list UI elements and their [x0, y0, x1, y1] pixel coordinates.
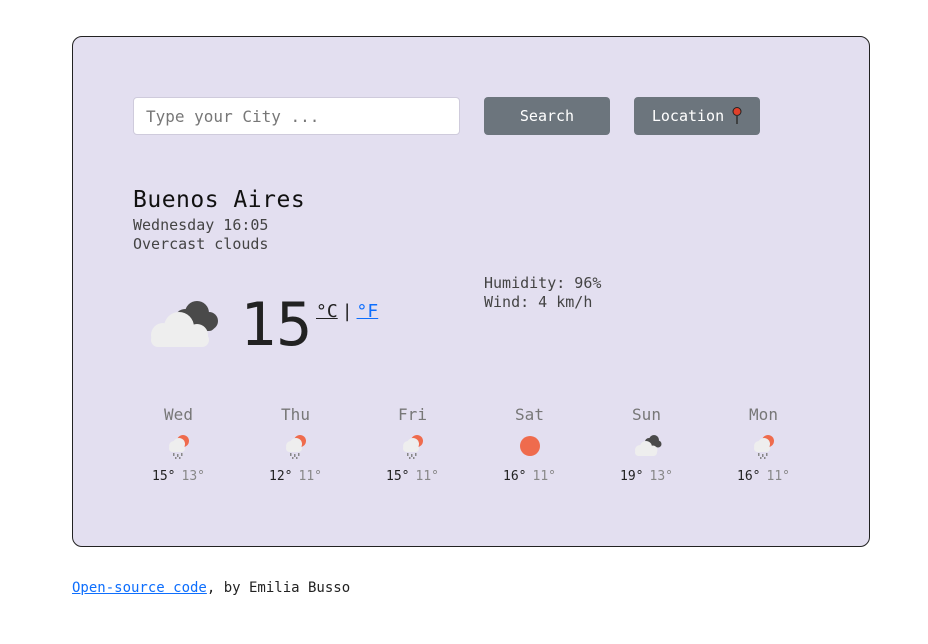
forecast-temps: 16° 11°: [503, 469, 556, 484]
forecast-min: 11°: [298, 469, 322, 484]
forecast-day: Mon 16° 11°: [705, 405, 822, 484]
forecast-temps: 15° 11°: [386, 469, 439, 484]
city-search-input[interactable]: [133, 97, 460, 135]
location-button[interactable]: Location: [634, 97, 760, 135]
forecast-max: 16°: [737, 469, 761, 484]
forecast-temps: 12° 11°: [269, 469, 322, 484]
forecast-day-name: Mon: [749, 405, 778, 424]
forecast-day: Fri 15° 11°: [354, 405, 471, 484]
location-button-label: Location: [651, 107, 725, 125]
forecast-day-name: Wed: [164, 405, 193, 424]
current-date-time: Wednesday 16:05: [133, 216, 269, 234]
rain-sun-icon: [168, 435, 189, 459]
wind-text: Wind: 4 km/h: [484, 293, 593, 311]
forecast-temps: 19° 13°: [620, 469, 673, 484]
weather-description: Overcast clouds: [133, 235, 269, 253]
forecast-day: Wed 15° 13°: [120, 405, 237, 484]
sun-icon: [519, 436, 540, 456]
forecast-max: 16°: [503, 469, 527, 484]
humidity-text: Humidity: 96%: [484, 274, 602, 292]
forecast-min: 13°: [181, 469, 205, 484]
forecast-temps: 16° 11°: [737, 469, 790, 484]
forecast-max: 19°: [620, 469, 644, 484]
city-name: Buenos Aires: [133, 187, 306, 213]
forecast-row: Wed 15° 13° Thu 12° 11° Fri 15° 11° Sat …: [120, 405, 824, 484]
overcast-clouds-icon: [151, 301, 218, 347]
forecast-temps: 15° 13°: [152, 469, 205, 484]
pushpin-icon: [732, 107, 742, 124]
footer: Open-source code, by Emilia Busso: [72, 580, 350, 596]
search-button-label: Search: [519, 107, 575, 125]
forecast-day: Sun 19° 13°: [588, 405, 705, 484]
rain-sun-icon: [753, 435, 774, 459]
forecast-max: 15°: [152, 469, 176, 484]
forecast-day-name: Sat: [515, 405, 544, 424]
forecast-max: 12°: [269, 469, 293, 484]
forecast-day: Thu 12° 11°: [237, 405, 354, 484]
forecast-min: 13°: [649, 469, 673, 484]
forecast-day: Sat 16° 11°: [471, 405, 588, 484]
rain-sun-icon: [402, 435, 423, 459]
forecast-max: 15°: [386, 469, 410, 484]
weather-card: Search Location Buenos Aires Wednesday 1…: [72, 36, 870, 547]
unit-toggle: °C | °F: [316, 301, 378, 322]
footer-author: , by Emilia Busso: [206, 580, 351, 596]
open-source-link[interactable]: Open-source code: [72, 580, 207, 596]
unit-separator: |: [341, 301, 353, 322]
cloudy-icon: [634, 435, 661, 456]
forecast-min: 11°: [532, 469, 556, 484]
forecast-day-name: Sun: [632, 405, 661, 424]
forecast-min: 11°: [415, 469, 439, 484]
forecast-min: 11°: [766, 469, 790, 484]
forecast-day-name: Fri: [398, 405, 427, 424]
celsius-link[interactable]: °C: [316, 301, 338, 322]
fahrenheit-link[interactable]: °F: [357, 301, 379, 322]
forecast-day-name: Thu: [281, 405, 310, 424]
search-button[interactable]: Search: [484, 97, 610, 135]
rain-sun-icon: [285, 435, 306, 459]
current-temperature: 15: [240, 290, 313, 360]
